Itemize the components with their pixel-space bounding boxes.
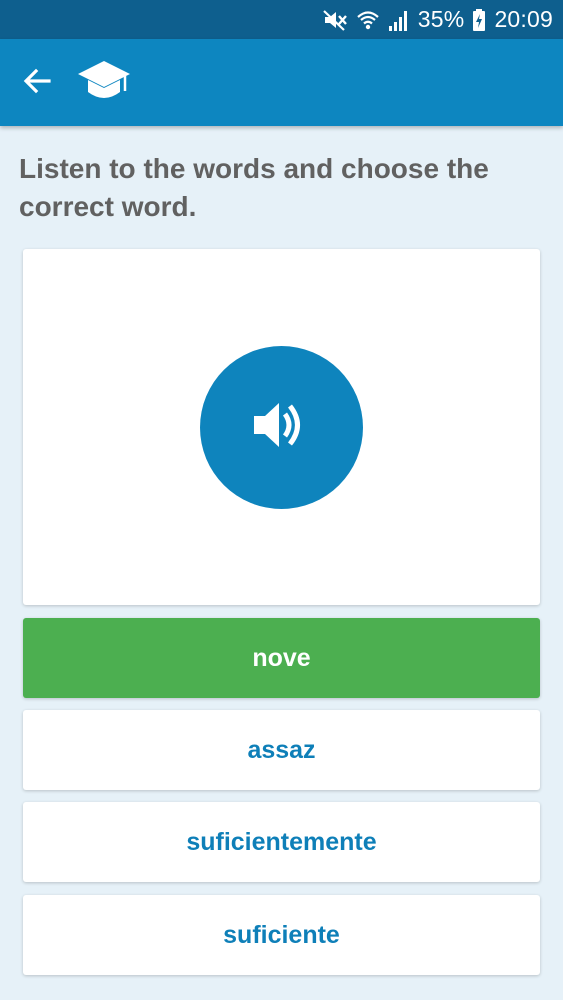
arrow-left-icon [23,68,51,99]
audio-card [23,249,540,605]
option-button[interactable]: suficiente [23,895,540,975]
status-bar: 35% 20:09 [0,0,563,39]
graduation-cap-icon [77,58,131,106]
option-button-correct[interactable]: nove [23,618,540,698]
option-button[interactable]: suficientemente [23,802,540,882]
signal-icon [388,8,410,32]
battery-percentage: 35% [417,6,465,32]
back-button[interactable] [14,61,60,105]
app-bar [0,39,563,126]
wifi-icon [356,8,380,32]
option-button[interactable]: assaz [23,710,540,790]
play-audio-button[interactable] [200,346,363,509]
speaker-icon [251,394,313,461]
battery-charging-icon [472,8,486,32]
mute-icon [322,8,348,32]
instruction-text: Listen to the words and choose the corre… [19,153,489,222]
clock: 20:09 [494,6,553,32]
